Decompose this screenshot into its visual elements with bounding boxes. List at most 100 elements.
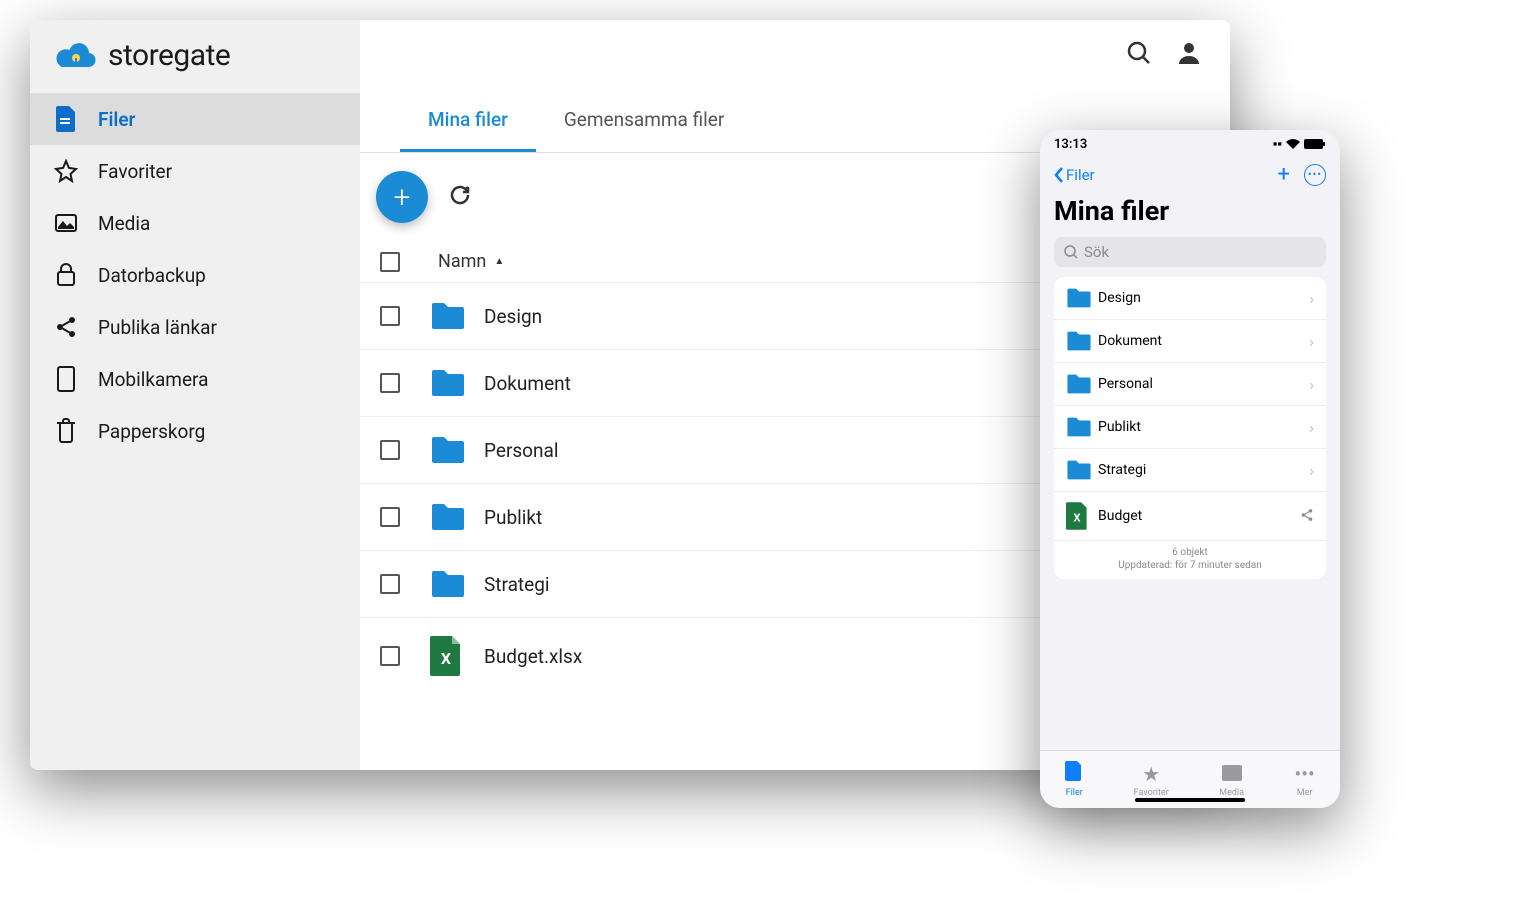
item-name: Dokument: [1098, 333, 1309, 349]
folder-icon: [1066, 459, 1098, 481]
user-icon[interactable]: [1176, 40, 1202, 70]
mobile-window: 13:13 ▪▪ Filer + ••• Mina filer Sök Desi…: [1040, 130, 1340, 808]
refresh-button[interactable]: [448, 183, 472, 211]
folder-icon: [430, 301, 480, 331]
row-checkbox[interactable]: [380, 574, 400, 594]
star-icon: [54, 159, 78, 183]
row-checkbox[interactable]: [380, 646, 400, 666]
mobile-navbar: Filer + •••: [1040, 158, 1340, 191]
svg-text:X: X: [441, 649, 451, 668]
home-indicator: [1135, 798, 1245, 802]
tab-mina-filer[interactable]: Mina filer: [400, 90, 536, 152]
more-icon: •••: [1294, 762, 1314, 786]
chevron-right-icon: ›: [1309, 375, 1314, 394]
item-name: Design: [1098, 290, 1309, 306]
sidebar: storegate Filer Favoriter Media Datorbac…: [30, 20, 360, 770]
item-name: Publikt: [1098, 419, 1309, 435]
tab-media[interactable]: Media: [1219, 762, 1244, 798]
cloud-logo-icon: [54, 41, 98, 71]
image-icon: [1222, 762, 1242, 786]
item-name: Budget: [1098, 508, 1300, 524]
file-icon: [1065, 761, 1083, 786]
list-item[interactable]: Strategi ›: [1054, 449, 1326, 492]
row-checkbox[interactable]: [380, 440, 400, 460]
status-indicators: ▪▪: [1273, 136, 1326, 152]
sidebar-item-publika-lankar[interactable]: Publika länkar: [30, 301, 360, 353]
sidebar-item-media[interactable]: Media: [30, 197, 360, 249]
excel-icon: X: [430, 636, 480, 676]
topbar: [360, 20, 1230, 90]
row-checkbox[interactable]: [380, 306, 400, 326]
phone-icon: [54, 367, 78, 391]
sidebar-item-label: Publika länkar: [98, 316, 217, 339]
search-input[interactable]: Sök: [1054, 237, 1326, 267]
excel-icon: X: [1066, 502, 1098, 530]
brand-name: storegate: [108, 38, 230, 73]
chevron-right-icon: ›: [1309, 332, 1314, 351]
tab-gemensamma-filer[interactable]: Gemensamma filer: [536, 90, 752, 152]
list-item[interactable]: Design ›: [1054, 277, 1326, 320]
item-name: Personal: [1098, 376, 1309, 392]
svg-text:X: X: [1074, 512, 1081, 525]
sort-asc-icon: ▲: [494, 256, 504, 267]
mobile-title: Mina filer: [1040, 191, 1340, 237]
sidebar-item-label: Papperskorg: [98, 420, 205, 443]
star-icon: ★: [1142, 762, 1160, 786]
sidebar-item-favoriter[interactable]: Favoriter: [30, 145, 360, 197]
list-item[interactable]: Dokument ›: [1054, 320, 1326, 363]
share-icon[interactable]: [1300, 507, 1314, 526]
select-all-checkbox[interactable]: [380, 252, 400, 272]
sidebar-item-filer[interactable]: Filer: [30, 93, 360, 145]
list-item[interactable]: Personal ›: [1054, 363, 1326, 406]
row-checkbox[interactable]: [380, 507, 400, 527]
image-icon: [54, 211, 78, 235]
wifi-icon: [1286, 139, 1300, 149]
chevron-left-icon: [1054, 167, 1064, 183]
sidebar-item-label: Datorbackup: [98, 264, 206, 287]
sidebar-item-label: Media: [98, 212, 150, 235]
sidebar-item-papperskorg[interactable]: Papperskorg: [30, 405, 360, 457]
search-icon[interactable]: [1126, 40, 1152, 70]
updated-label: Uppdaterad: för 7 minuter sedan: [1054, 560, 1326, 579]
battery-icon: [1304, 139, 1326, 149]
chevron-right-icon: ›: [1309, 461, 1314, 480]
logo: storegate: [30, 20, 360, 93]
folder-icon: [1066, 416, 1098, 438]
folder-icon: [430, 368, 480, 398]
sidebar-item-datorbackup[interactable]: Datorbackup: [30, 249, 360, 301]
folder-icon: [430, 435, 480, 465]
status-bar: 13:13 ▪▪: [1040, 130, 1340, 158]
chevron-right-icon: ›: [1309, 418, 1314, 437]
more-button[interactable]: •••: [1304, 164, 1326, 186]
list-item[interactable]: Publikt ›: [1054, 406, 1326, 449]
item-count: 6 objekt: [1054, 541, 1326, 560]
folder-icon: [430, 569, 480, 599]
file-icon: [54, 107, 78, 131]
trash-icon: [54, 419, 78, 443]
sidebar-item-mobilkamera[interactable]: Mobilkamera: [30, 353, 360, 405]
tab-favoriter[interactable]: ★ Favoriter: [1134, 762, 1169, 798]
list-item[interactable]: X Budget: [1054, 492, 1326, 541]
folder-icon: [1066, 373, 1098, 395]
sidebar-item-label: Filer: [98, 108, 135, 131]
sidebar-item-label: Favoriter: [98, 160, 172, 183]
item-name: Strategi: [1098, 462, 1309, 478]
sidebar-item-label: Mobilkamera: [98, 368, 208, 391]
folder-icon: [1066, 287, 1098, 309]
tab-filer[interactable]: Filer: [1065, 761, 1083, 798]
column-header-name[interactable]: Namn ▲: [430, 251, 1060, 272]
share-icon: [54, 315, 78, 339]
lock-icon: [54, 263, 78, 287]
status-time: 13:13: [1054, 137, 1087, 152]
chevron-right-icon: ›: [1309, 289, 1314, 308]
add-button[interactable]: +: [376, 171, 428, 223]
row-checkbox[interactable]: [380, 373, 400, 393]
folder-icon: [430, 502, 480, 532]
mobile-file-list: Design › Dokument › Personal › Publikt ›…: [1054, 277, 1326, 579]
cellular-icon: ▪▪: [1273, 136, 1282, 152]
folder-icon: [1066, 330, 1098, 352]
tab-mer[interactable]: ••• Mer: [1294, 762, 1314, 798]
search-icon: [1064, 245, 1078, 259]
add-button[interactable]: +: [1278, 162, 1290, 187]
back-button[interactable]: Filer: [1054, 166, 1095, 184]
